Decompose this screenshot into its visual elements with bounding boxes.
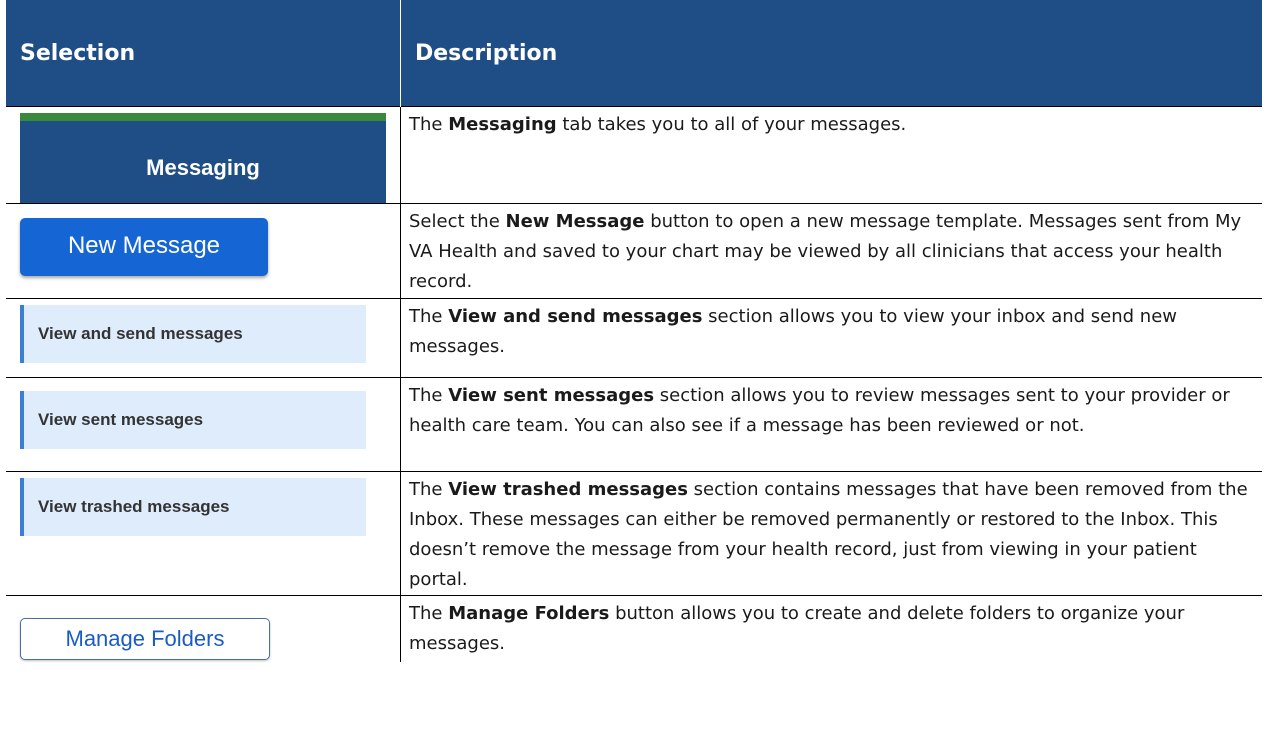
description-cell: The Manage Folders button allows you to … xyxy=(400,595,1262,662)
table-row: Manage Folders The Manage Folders button… xyxy=(6,595,1262,662)
selection-cell: New Message xyxy=(6,203,401,299)
bold-term: View trashed messages xyxy=(448,479,688,500)
table-row: View and send messages The View and send… xyxy=(6,298,1262,378)
selection-cell: Manage Folders xyxy=(6,595,401,662)
bold-term: View sent messages xyxy=(448,385,655,406)
nav-item-view-and-send-messages[interactable]: View and send messages xyxy=(20,305,366,363)
description-column-header: Description xyxy=(400,0,1262,107)
selection-cell: View sent messages xyxy=(6,377,401,472)
bold-term: Messaging xyxy=(448,114,557,135)
nav-item-view-sent-messages[interactable]: View sent messages xyxy=(20,391,366,449)
selection-description-table: Selection Description Messaging The Mess… xyxy=(6,0,1262,662)
description-cell: The View trashed messages section contai… xyxy=(400,471,1262,596)
manage-folders-button[interactable]: Manage Folders xyxy=(20,618,270,660)
description-cell: Select the New Message button to open a … xyxy=(400,203,1262,299)
description-cell: The View and send messages section allow… xyxy=(400,298,1262,378)
table-row: View trashed messages The View trashed m… xyxy=(6,471,1262,596)
description-text: The xyxy=(409,385,449,406)
description-text: tab takes you to all of your messages. xyxy=(556,114,907,135)
bold-term: View and send messages xyxy=(448,306,703,327)
description-cell: The View sent messages section allows yo… xyxy=(400,377,1262,472)
nav-item-view-trashed-messages[interactable]: View trashed messages xyxy=(20,478,366,536)
bold-term: Manage Folders xyxy=(448,603,610,624)
table-row: View sent messages The View sent message… xyxy=(6,377,1262,472)
table-header-row: Selection Description xyxy=(6,0,1262,107)
selection-cell: View trashed messages xyxy=(6,471,401,596)
selection-column-header: Selection xyxy=(6,0,401,107)
messaging-tab[interactable]: Messaging xyxy=(20,113,386,203)
bold-term: New Message xyxy=(505,211,645,232)
table-row: New Message Select the New Message butto… xyxy=(6,203,1262,299)
description-text: The xyxy=(409,306,449,327)
selection-cell: Messaging xyxy=(6,106,401,204)
description-cell: The Messaging tab takes you to all of yo… xyxy=(400,106,1262,204)
description-text: The xyxy=(409,603,449,624)
description-text: The xyxy=(409,479,449,500)
messaging-tab-label: Messaging xyxy=(146,155,260,180)
description-text: The xyxy=(409,114,449,135)
selection-cell: View and send messages xyxy=(6,298,401,378)
table-row: Messaging The Messaging tab takes you to… xyxy=(6,106,1262,204)
new-message-button[interactable]: New Message xyxy=(20,218,268,276)
description-text: Select the xyxy=(409,211,506,232)
